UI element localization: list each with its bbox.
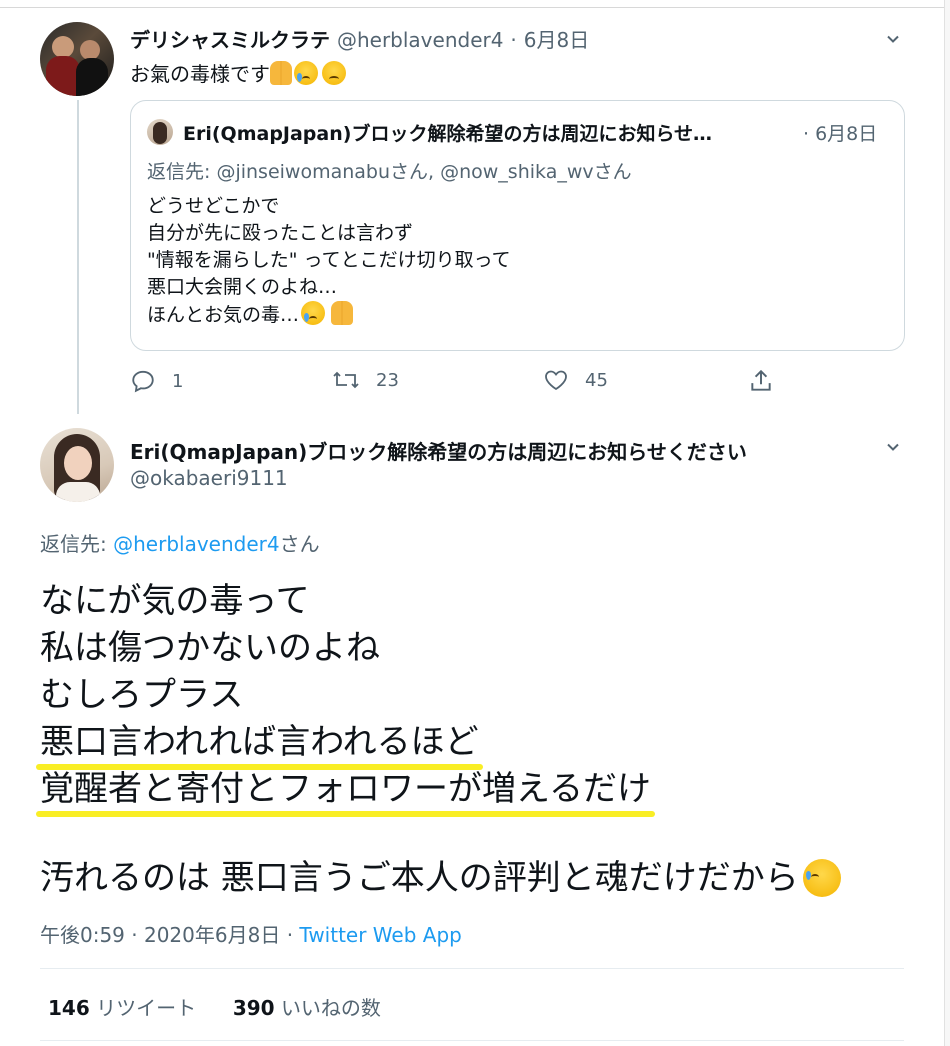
avatar[interactable] <box>40 428 114 502</box>
reply-count: 1 <box>172 370 184 392</box>
display-name[interactable]: Eri(QmapJapan)ブロック解除希望の方は周辺にお知らせください <box>130 436 747 465</box>
display-name[interactable]: デリシャスミルクラテ <box>130 28 330 52</box>
divider <box>40 968 904 969</box>
divider <box>40 1040 904 1041</box>
window-top-edge <box>0 0 950 8</box>
quoted-date: · 6月8日 <box>803 123 878 145</box>
highlighted-line: 覚醒者と寄付とフォロワーが増えるだけ <box>36 766 655 817</box>
retweets-stat[interactable]: 146 リツイート <box>48 996 196 1020</box>
folded-hands-icon <box>270 61 292 85</box>
likes-stat[interactable]: 390 いいねの数 <box>233 996 381 1020</box>
reply-mention-link[interactable]: @herblavender4 <box>113 532 279 556</box>
reply-button[interactable]: 1 <box>130 368 183 394</box>
like-button[interactable]: 45 <box>543 368 608 392</box>
share-icon <box>751 369 771 391</box>
crying-face-icon <box>294 61 318 85</box>
avatar <box>147 119 173 145</box>
tweet-header: デリシャスミルクラテ @herblavender4 · 6月8日 <box>130 24 589 53</box>
reply-to: 返信先: @herblavender4さん <box>40 532 320 556</box>
crying-face-icon <box>301 301 326 325</box>
source-app-link[interactable]: Twitter Web App <box>299 923 461 947</box>
disappointed-face-icon <box>322 61 346 85</box>
crying-face-icon <box>802 859 841 897</box>
retweet-count: 23 <box>376 369 399 391</box>
separator: · <box>510 28 517 52</box>
tweet-action-bar: 1 23 45 <box>130 368 905 398</box>
chevron-down-icon[interactable] <box>886 440 900 454</box>
retweet-icon <box>333 371 359 389</box>
tweet-timestamp: 午後0:59 · 2020年6月8日 · Twitter Web App <box>40 923 462 947</box>
share-button[interactable] <box>748 368 790 394</box>
retweet-button[interactable]: 23 <box>332 368 399 392</box>
tweet-date[interactable]: 6月8日 <box>524 28 589 52</box>
highlighted-line: 悪口言われれば言われるほど <box>36 719 483 770</box>
chevron-down-icon[interactable] <box>886 32 900 46</box>
tweet-stats: 146 リツイート 390 いいねの数 <box>48 992 381 1021</box>
thread-connector-line <box>77 100 79 414</box>
avatar[interactable] <box>40 22 114 96</box>
handle[interactable]: @herblavender4 <box>337 28 503 52</box>
quoted-display-name: Eri(QmapJapan)ブロック解除希望の方は周辺にお知らせ… <box>183 123 713 145</box>
folded-hands-icon <box>331 301 354 325</box>
reply-icon <box>132 370 154 393</box>
quoted-reply-to: 返信先: @jinseiwomanabuさん, @now_shika_wvさん <box>147 161 632 183</box>
like-count: 45 <box>585 369 608 391</box>
heart-icon <box>545 370 567 391</box>
quoted-tweet-card[interactable]: Eri(QmapJapan)ブロック解除希望の方は周辺にお知らせ… · 6月8日… <box>130 100 905 351</box>
quoted-text: どうせどこかで 自分が先に殴ったことは言わず "情報を漏らした" ってとこだけ切… <box>147 195 511 326</box>
scrollbar-track[interactable] <box>944 0 950 1046</box>
handle[interactable]: @okabaeri9111 <box>130 466 288 490</box>
tweet-text: なにが気の毒って 私は傷つかないのよね むしろプラス 悪口言われれば言われるほど… <box>36 578 841 902</box>
tweet-text: お氣の毒様です <box>130 58 346 87</box>
